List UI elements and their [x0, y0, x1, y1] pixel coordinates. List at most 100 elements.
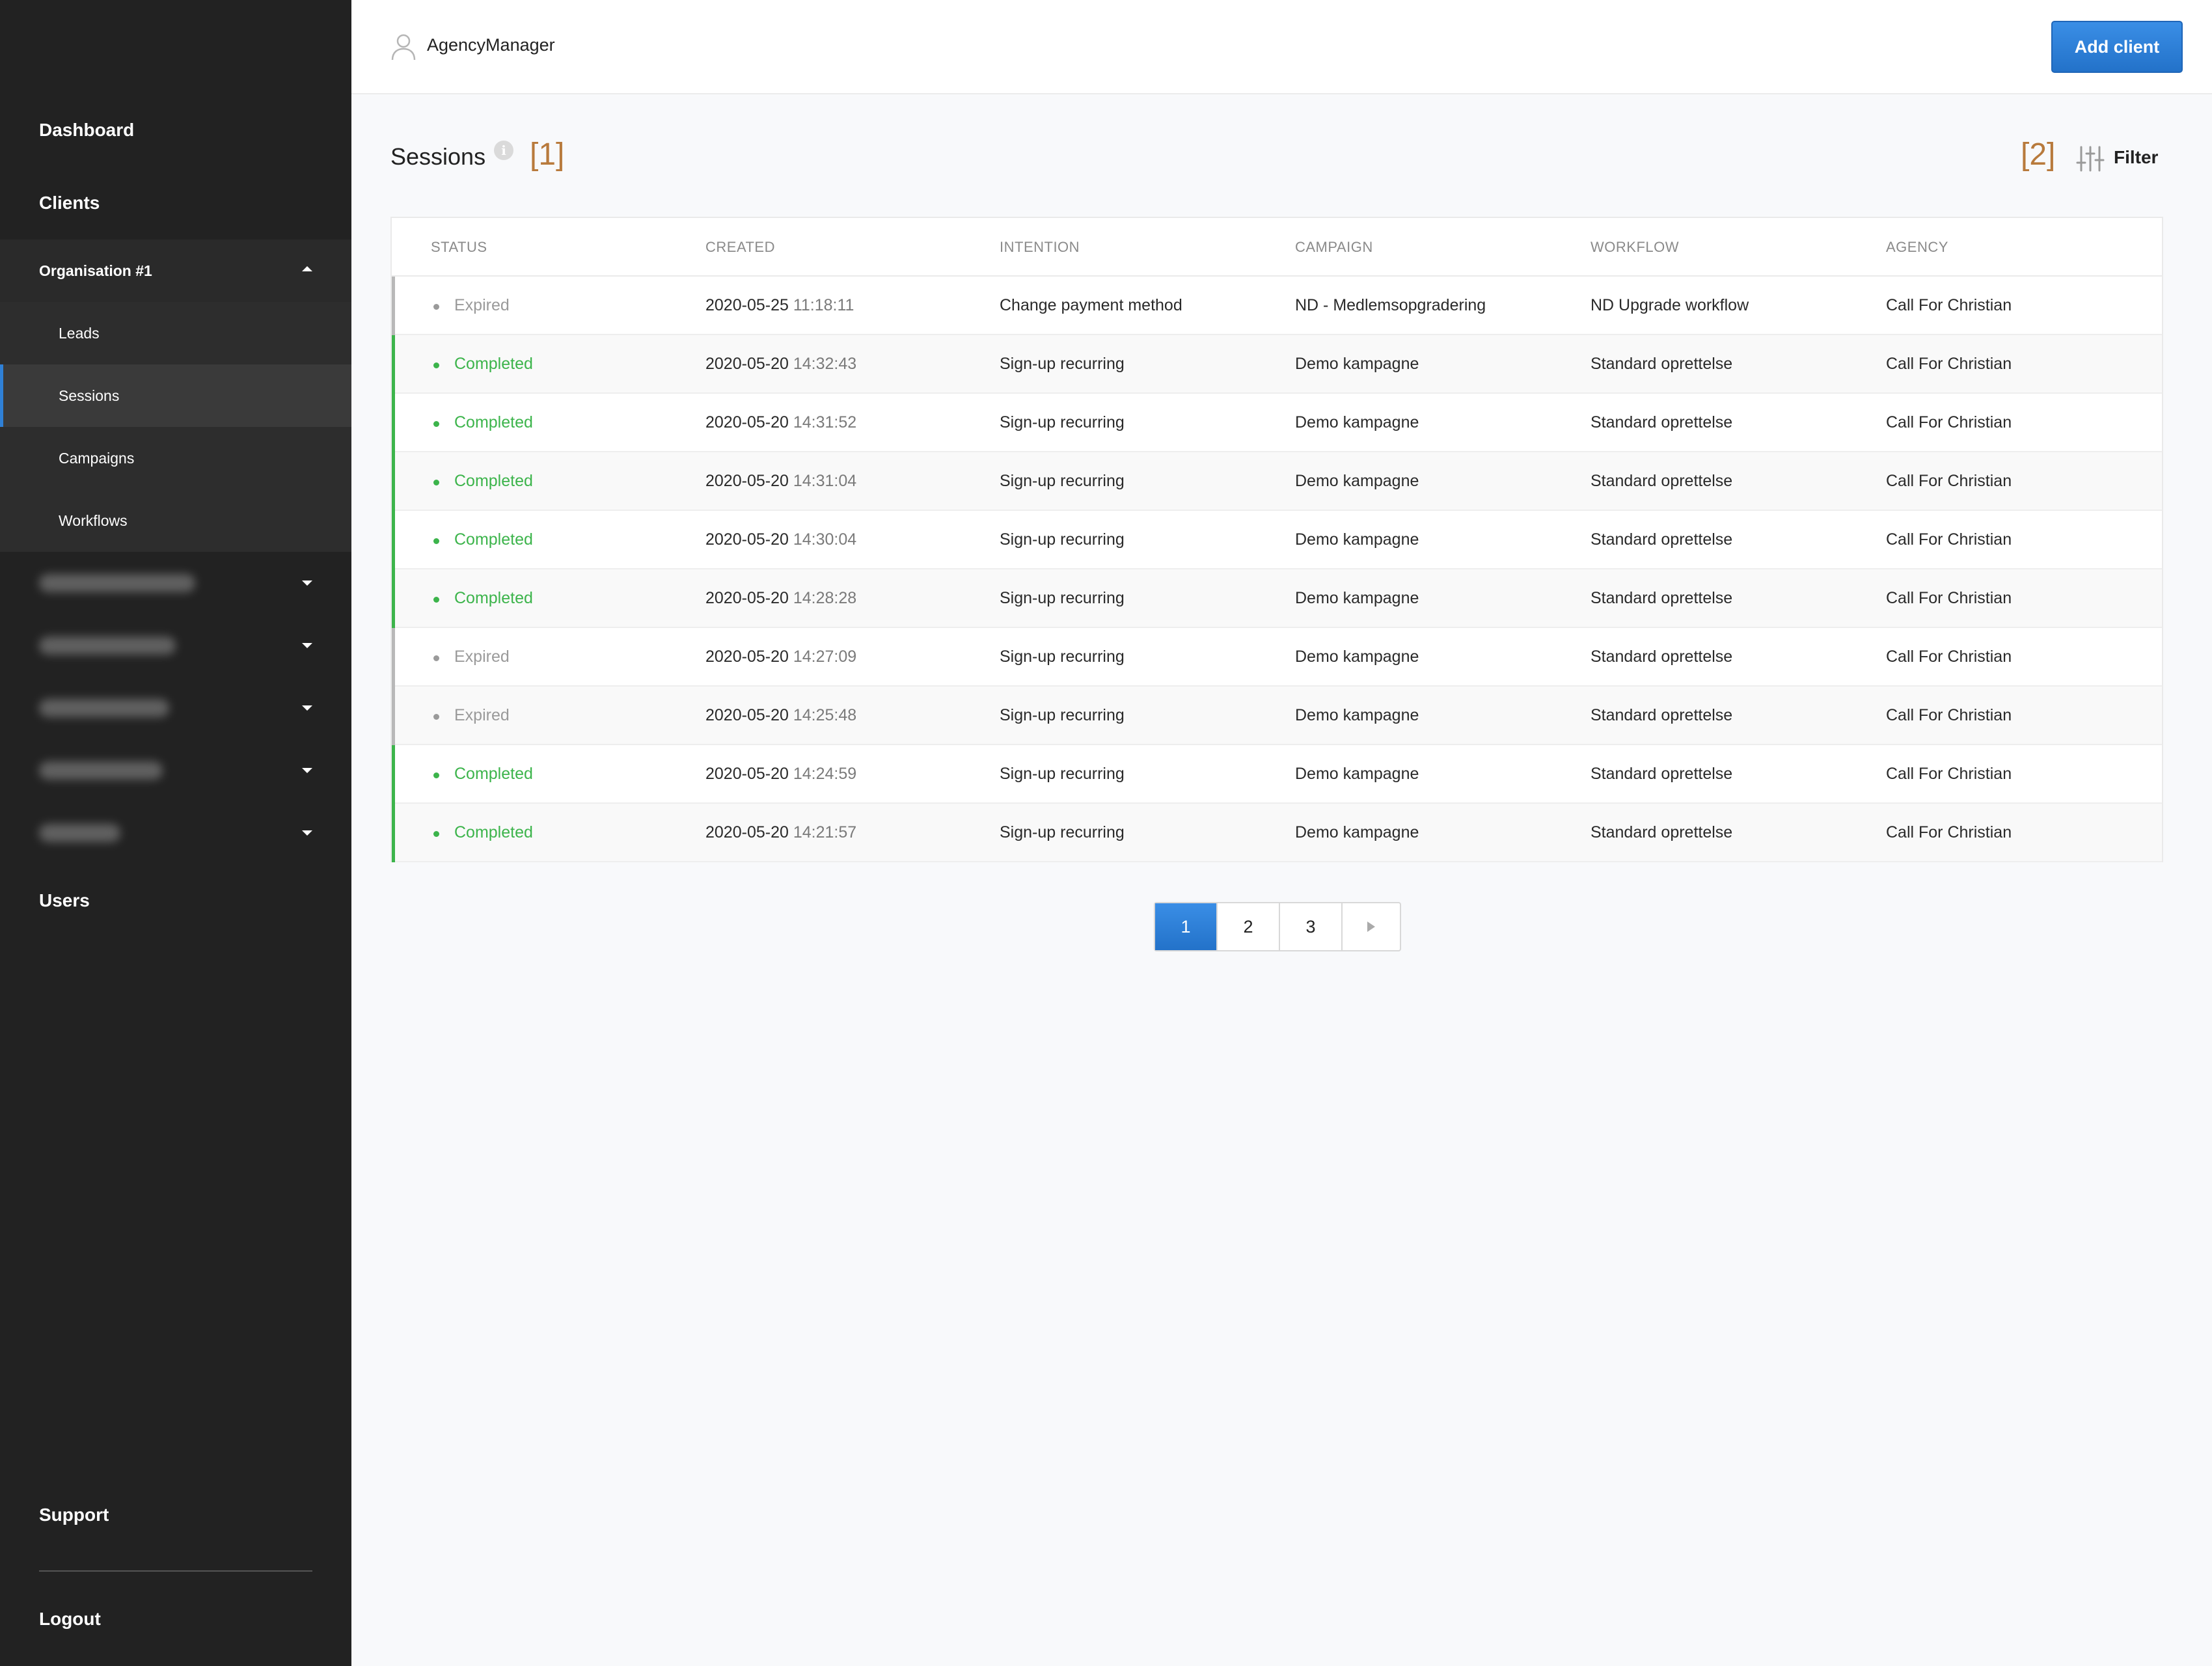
table-row[interactable]: Completed 2020-05-20 14:31:04 Sign-up recu… [392, 452, 2162, 511]
user-icon [391, 34, 416, 61]
sidebar-submenu: Leads Sessions Campaigns Workflows [0, 302, 351, 552]
sidebar-group-redacted[interactable] [0, 614, 351, 677]
redacted-label [39, 824, 120, 842]
table-row[interactable]: Expired 2020-05-25 11:18:11 Change payment… [392, 277, 2162, 335]
created-time: 14:32:43 [793, 355, 857, 373]
page-button-2[interactable]: 2 [1218, 903, 1280, 950]
sidebar-item-clients[interactable]: Clients [0, 167, 351, 239]
column-header-workflow[interactable]: WORKFLOW [1591, 239, 1679, 256]
sidebar-item-label: Support [39, 1505, 109, 1525]
sidebar-item-sessions[interactable]: Sessions [0, 364, 351, 427]
campaign-cell: Demo kampagne [1295, 472, 1419, 490]
sidebar: Dashboard Clients Organisation #1 Leads … [0, 0, 351, 1666]
workflow-cell: Standard oprettelse [1591, 355, 1733, 373]
workflow-cell: Standard oprettelse [1591, 706, 1733, 724]
table-row[interactable]: Completed 2020-05-20 14:28:28 Sign-up recu… [392, 569, 2162, 628]
created-date: 2020-05-25 [705, 296, 789, 314]
table-row[interactable]: Expired 2020-05-20 14:25:48 Sign-up recurr… [392, 687, 2162, 745]
status-text: Completed [454, 355, 533, 373]
table-row[interactable]: Completed 2020-05-20 14:24:59 Sign-up recu… [392, 745, 2162, 804]
caret-down-icon [302, 705, 312, 711]
next-page-button[interactable] [1343, 903, 1400, 950]
sidebar-group-redacted[interactable] [0, 739, 351, 802]
sidebar-item-leads[interactable]: Leads [0, 302, 351, 364]
created-date: 2020-05-20 [705, 823, 789, 841]
campaign-cell: Demo kampagne [1295, 765, 1419, 783]
column-header-created[interactable]: CREATED [705, 239, 775, 256]
created-time: 14:31:04 [793, 472, 857, 490]
status-text: Completed [454, 823, 533, 841]
sidebar-group-redacted[interactable] [0, 802, 351, 864]
column-header-agency[interactable]: AGENCY [1886, 239, 1948, 256]
status-dot-icon [433, 538, 439, 544]
sidebar-item-support[interactable]: Support [0, 1479, 351, 1551]
redacted-label [39, 699, 169, 717]
status-text: Expired [454, 706, 510, 724]
top-bar: AgencyManager Add client [351, 0, 2212, 94]
page-title: Sessions [390, 143, 486, 170]
campaign-cell: Demo kampagne [1295, 589, 1419, 607]
sidebar-item-campaigns[interactable]: Campaigns [0, 427, 351, 489]
created-cell: 2020-05-20 14:31:52 [705, 413, 856, 432]
sidebar-group-redacted[interactable] [0, 677, 351, 739]
sessions-table: STATUS CREATED INTENTION CAMPAIGN WORKFL… [390, 217, 2163, 862]
annotation-marker-2: [2] [2021, 137, 2056, 172]
sidebar-group-organisation[interactable]: Organisation #1 [0, 239, 351, 302]
row-status-accent [392, 745, 395, 804]
status-dot-icon [433, 304, 439, 310]
caret-down-icon [302, 830, 312, 836]
sidebar-item-logout[interactable]: Logout [0, 1583, 351, 1656]
row-status-accent [392, 628, 395, 687]
campaign-cell: Demo kampagne [1295, 355, 1419, 373]
created-cell: 2020-05-20 14:27:09 [705, 648, 856, 666]
intention-cell: Sign-up recurring [1000, 765, 1125, 783]
agency-cell: Call For Christian [1886, 355, 2012, 373]
column-header-status[interactable]: STATUS [431, 239, 487, 256]
created-time: 14:24:59 [793, 765, 857, 783]
add-client-button[interactable]: Add client [2051, 21, 2183, 73]
row-status-accent [392, 804, 395, 862]
created-cell: 2020-05-20 14:32:43 [705, 355, 856, 374]
campaign-cell: Demo kampagne [1295, 530, 1419, 549]
table-row[interactable]: Completed 2020-05-20 14:31:52 Sign-up recu… [392, 394, 2162, 452]
status-text: Completed [454, 589, 533, 607]
created-time: 14:28:28 [793, 589, 857, 607]
intention-cell: Sign-up recurring [1000, 706, 1125, 724]
page-button-1[interactable]: 1 [1155, 903, 1218, 950]
sidebar-item-label: Workflows [59, 512, 128, 529]
info-icon[interactable]: i [494, 141, 513, 160]
sidebar-group-label: Organisation #1 [39, 262, 152, 279]
row-status-accent [392, 687, 395, 745]
intention-cell: Sign-up recurring [1000, 589, 1125, 607]
workflow-cell: Standard oprettelse [1591, 648, 1733, 666]
page-button-3[interactable]: 3 [1280, 903, 1343, 950]
created-cell: 2020-05-20 14:25:48 [705, 706, 856, 725]
redacted-label [39, 574, 195, 592]
caret-down-icon [302, 643, 312, 648]
column-header-campaign[interactable]: CAMPAIGN [1295, 239, 1373, 256]
caret-up-icon [302, 266, 312, 271]
workflow-cell: Standard oprettelse [1591, 765, 1733, 783]
table-row[interactable]: Expired 2020-05-20 14:27:09 Sign-up recurr… [392, 628, 2162, 687]
campaign-cell: Demo kampagne [1295, 706, 1419, 724]
table-row[interactable]: Completed 2020-05-20 14:21:57 Sign-up recu… [392, 804, 2162, 862]
created-date: 2020-05-20 [705, 472, 789, 490]
status-text: Expired [454, 648, 510, 666]
intention-cell: Sign-up recurring [1000, 472, 1125, 490]
filter-icon[interactable] [2076, 144, 2105, 173]
agency-cell: Call For Christian [1886, 413, 2012, 431]
workflow-cell: Standard oprettelse [1591, 823, 1733, 841]
table-row[interactable]: Completed 2020-05-20 14:30:04 Sign-up recu… [392, 511, 2162, 569]
sidebar-group-redacted[interactable] [0, 552, 351, 614]
created-cell: 2020-05-20 14:28:28 [705, 589, 856, 608]
row-status-accent [392, 511, 395, 569]
sidebar-item-users[interactable]: Users [0, 864, 351, 937]
sidebar-item-label: Clients [39, 193, 100, 213]
filter-button[interactable]: Filter [2114, 147, 2158, 168]
sidebar-item-label: Leads [59, 324, 100, 342]
sidebar-item-workflows[interactable]: Workflows [0, 489, 351, 552]
table-row[interactable]: Completed 2020-05-20 14:32:43 Sign-up recu… [392, 335, 2162, 394]
column-header-intention[interactable]: INTENTION [1000, 239, 1080, 256]
user-name[interactable]: AgencyManager [427, 35, 555, 55]
sidebar-item-dashboard[interactable]: Dashboard [0, 94, 351, 167]
